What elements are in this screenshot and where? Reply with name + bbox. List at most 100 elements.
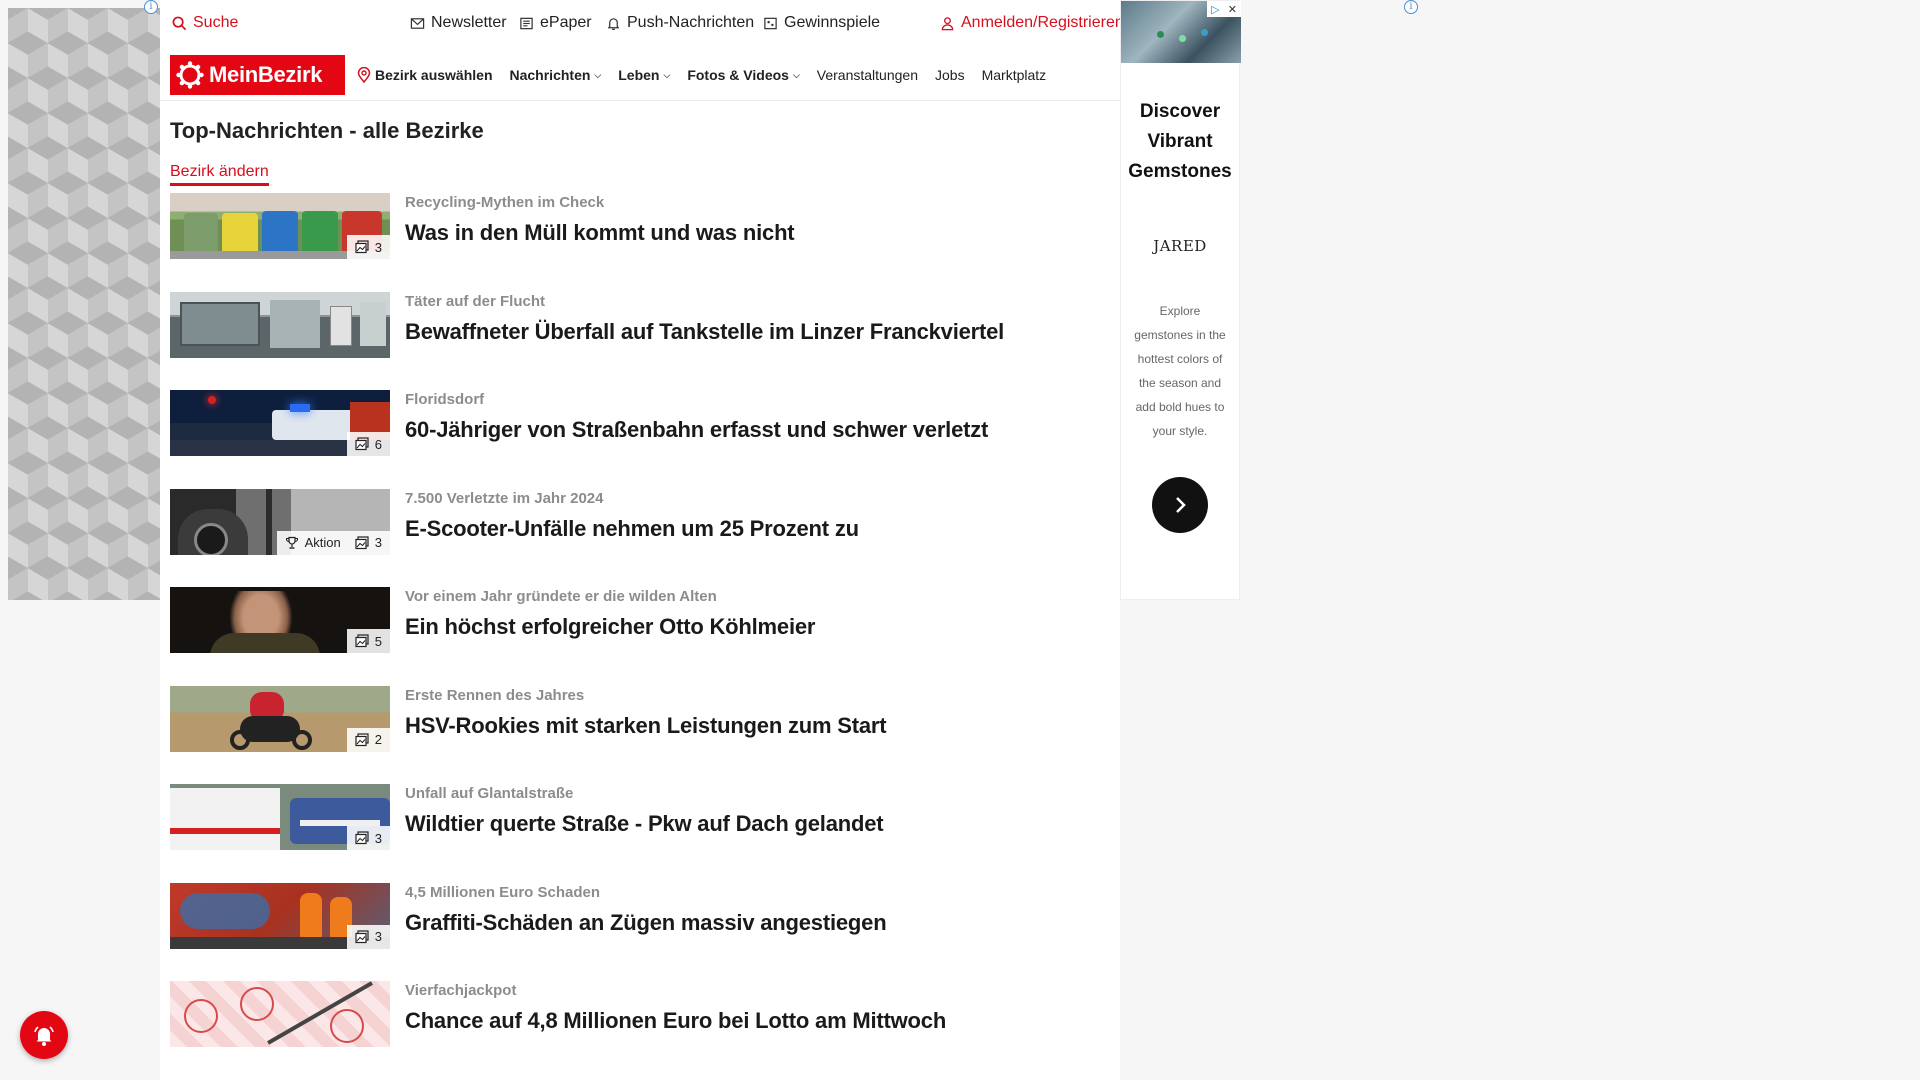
article-headline[interactable]: HSV-Rookies mit starken Leistungen zum S… (405, 713, 887, 739)
search-link[interactable]: Suche (172, 14, 238, 32)
games-link[interactable]: Gewinnspiele (763, 14, 880, 32)
nav-item-veranstaltungen[interactable]: Veranstaltungen (817, 67, 918, 83)
chevron-right-icon (1176, 497, 1186, 513)
nav-label: Nachrichten (509, 67, 591, 83)
article-item[interactable]: 3 Unfall auf Glantalstraße Wildtier quer… (170, 784, 1110, 883)
left-ad-banner[interactable] (8, 8, 160, 600)
nav-item-leben[interactable]: Leben ⌵ (618, 67, 670, 83)
article-headline[interactable]: Graffiti-Schäden an Zügen massiv angesti… (405, 910, 887, 936)
nav-item-jobs[interactable]: Jobs (935, 67, 965, 83)
article-headline[interactable]: E-Scooter-Unfälle nehmen um 25 Prozent z… (405, 516, 859, 542)
article-kicker: Unfall auf Glantalstraße (405, 785, 574, 802)
aktion-label: Aktion (304, 535, 341, 550)
ad-title-line: Vibrant (1147, 131, 1213, 152)
article-headline[interactable]: Wildtier querte Straße - Pkw auf Dach ge… (405, 811, 884, 837)
article-item[interactable]: 3 4,5 Millionen Euro Schaden Graffiti-Sc… (170, 882, 1110, 982)
user-icon (941, 16, 954, 30)
adchoices-icon[interactable]: ▷ (1211, 3, 1219, 16)
push-notifications-link[interactable]: Push-Nachrichten (606, 14, 754, 32)
newspaper-icon (520, 17, 533, 29)
chevron-down-icon: ⌵ (594, 69, 602, 80)
notification-bell-button[interactable] (20, 1011, 68, 1059)
photo-count-badge: 3 (346, 924, 390, 949)
article-headline[interactable]: 60-Jähriger von Straßenbahn erfasst und … (405, 417, 988, 443)
right-ad-banner[interactable]: ▷ ✕ Discover Vibrant Gemstones JARED Exp… (1120, 0, 1241, 600)
article-kicker: 4,5 Millionen Euro Schaden (405, 883, 601, 901)
article-headline[interactable]: Bewaffneter Überfall auf Tankstelle im L… (405, 319, 1004, 345)
bell-icon (607, 17, 620, 30)
gallery-icon (355, 929, 369, 943)
nav-item-fotos-videos[interactable]: Fotos & Videos ⌵ (687, 67, 799, 83)
article-kicker: Recycling-Mythen im Check (405, 194, 605, 211)
photo-count: 2 (374, 732, 382, 747)
photo-count: 5 (374, 633, 382, 649)
article-thumbnail[interactable]: 3 (170, 882, 390, 949)
article-kicker: Vor einem Jahr gründete er die wilden Al… (405, 588, 717, 605)
chevron-down-icon: ⌵ (663, 69, 671, 80)
photo-count-badge: 3 (346, 826, 390, 850)
epaper-link[interactable]: ePaper (519, 14, 592, 32)
login-label: Anmelden/Registrieren (961, 14, 1124, 31)
article-thumbnail[interactable]: 2 (170, 685, 390, 752)
gem-shape (1179, 35, 1186, 42)
article-kicker: Erste Rennen des Jahres (405, 686, 585, 704)
article-item[interactable]: Vierfachjackpot Chance auf 4,8 Millionen… (170, 981, 1110, 1080)
article-thumbnail[interactable] (170, 291, 390, 358)
article-item[interactable]: 3 Recycling-Mythen im Check Was in den M… (170, 193, 1110, 292)
logo-text: MeinBezirk (209, 62, 323, 87)
article-kicker: Vierfachjackpot (405, 982, 517, 999)
article-headline[interactable]: Was in den Müll kommt und was nicht (405, 220, 795, 246)
photo-count: 3 (374, 239, 382, 255)
article-thumbnail[interactable]: Aktion 3 (170, 488, 390, 555)
ad-product-image[interactable]: ▷ ✕ (1121, 1, 1241, 63)
gem-shape (1201, 29, 1208, 36)
article-kicker: 7.500 Verletzte im Jahr 2024 (405, 489, 604, 507)
bell-icon (34, 1026, 54, 1046)
photo-count-badge: 6 (346, 432, 390, 456)
photo-count: 3 (374, 929, 382, 944)
article-thumbnail[interactable]: 6 (170, 390, 390, 456)
photo-count: 3 (374, 830, 382, 846)
article-thumbnail[interactable] (170, 981, 390, 1047)
gallery-icon (355, 634, 369, 648)
close-icon[interactable]: ✕ (1228, 3, 1237, 16)
photo-count: 6 (374, 436, 382, 452)
article-kicker: Floridsdorf (405, 391, 485, 408)
article-item[interactable]: 6 Floridsdorf 60-Jähriger von Straßenbah… (170, 390, 1110, 489)
article-thumbnail[interactable]: 3 (170, 193, 390, 259)
trophy-icon (285, 536, 298, 549)
article-item[interactable]: 5 Vor einem Jahr gründete er die wilden … (170, 587, 1110, 686)
newsletter-link[interactable]: Newsletter (410, 14, 507, 32)
select-district-button[interactable]: Bezirk auswählen (357, 67, 493, 83)
article-list: 3 Recycling-Mythen im Check Was in den M… (170, 193, 1110, 1080)
photo-count-badge: Aktion 3 (276, 530, 390, 555)
change-district-link[interactable]: Bezirk ändern (170, 163, 269, 186)
article-item[interactable]: Aktion 3 7.500 Verletzte im Jahr 2024 E-… (170, 488, 1110, 588)
article-item[interactable]: 2 Erste Rennen des Jahres HSV-Rookies mi… (170, 685, 1110, 785)
ad-info-icon[interactable]: i (1404, 0, 1418, 14)
photo-count: 3 (374, 535, 382, 550)
newsletter-label: Newsletter (431, 14, 507, 31)
article-thumbnail[interactable]: 3 (170, 784, 390, 850)
nav-label: Jobs (935, 67, 965, 83)
article-item[interactable]: Täter auf der Flucht Bewaffneter Überfal… (170, 291, 1110, 391)
article-thumbnail[interactable]: 5 (170, 587, 390, 653)
ad-cta-button[interactable] (1152, 477, 1208, 533)
article-headline[interactable]: Ein höchst erfolgreicher Otto Köhlmeier (405, 614, 815, 640)
ad-title-line: Discover (1139, 101, 1221, 122)
ad-brand-logo: JARED (1153, 237, 1207, 255)
site-logo[interactable]: MeinBezirk (170, 55, 345, 95)
login-link[interactable]: Anmelden/Registrieren (940, 14, 1124, 32)
ad-info-icon[interactable]: i (144, 0, 158, 14)
article-headline[interactable]: Chance auf 4,8 Millionen Euro bei Lotto … (405, 1008, 946, 1034)
ad-title: Discover Vibrant Gemstones (1121, 97, 1239, 187)
ad-controls[interactable]: ▷ ✕ (1207, 1, 1241, 17)
nav-label: Veranstaltungen (816, 67, 918, 83)
select-district-label: Bezirk auswählen (375, 67, 493, 83)
nav-scroll-fade (1078, 54, 1118, 96)
nav-label: Fotos & Videos (687, 67, 789, 83)
nav-item-nachrichten[interactable]: Nachrichten ⌵ (510, 67, 602, 83)
nav-item-marktplatz[interactable]: Marktplatz (982, 67, 1047, 83)
main-navigation: MeinBezirk Bezirk auswählen Nachrichten ⌵… (170, 54, 1118, 96)
nav-divider (160, 100, 1120, 101)
